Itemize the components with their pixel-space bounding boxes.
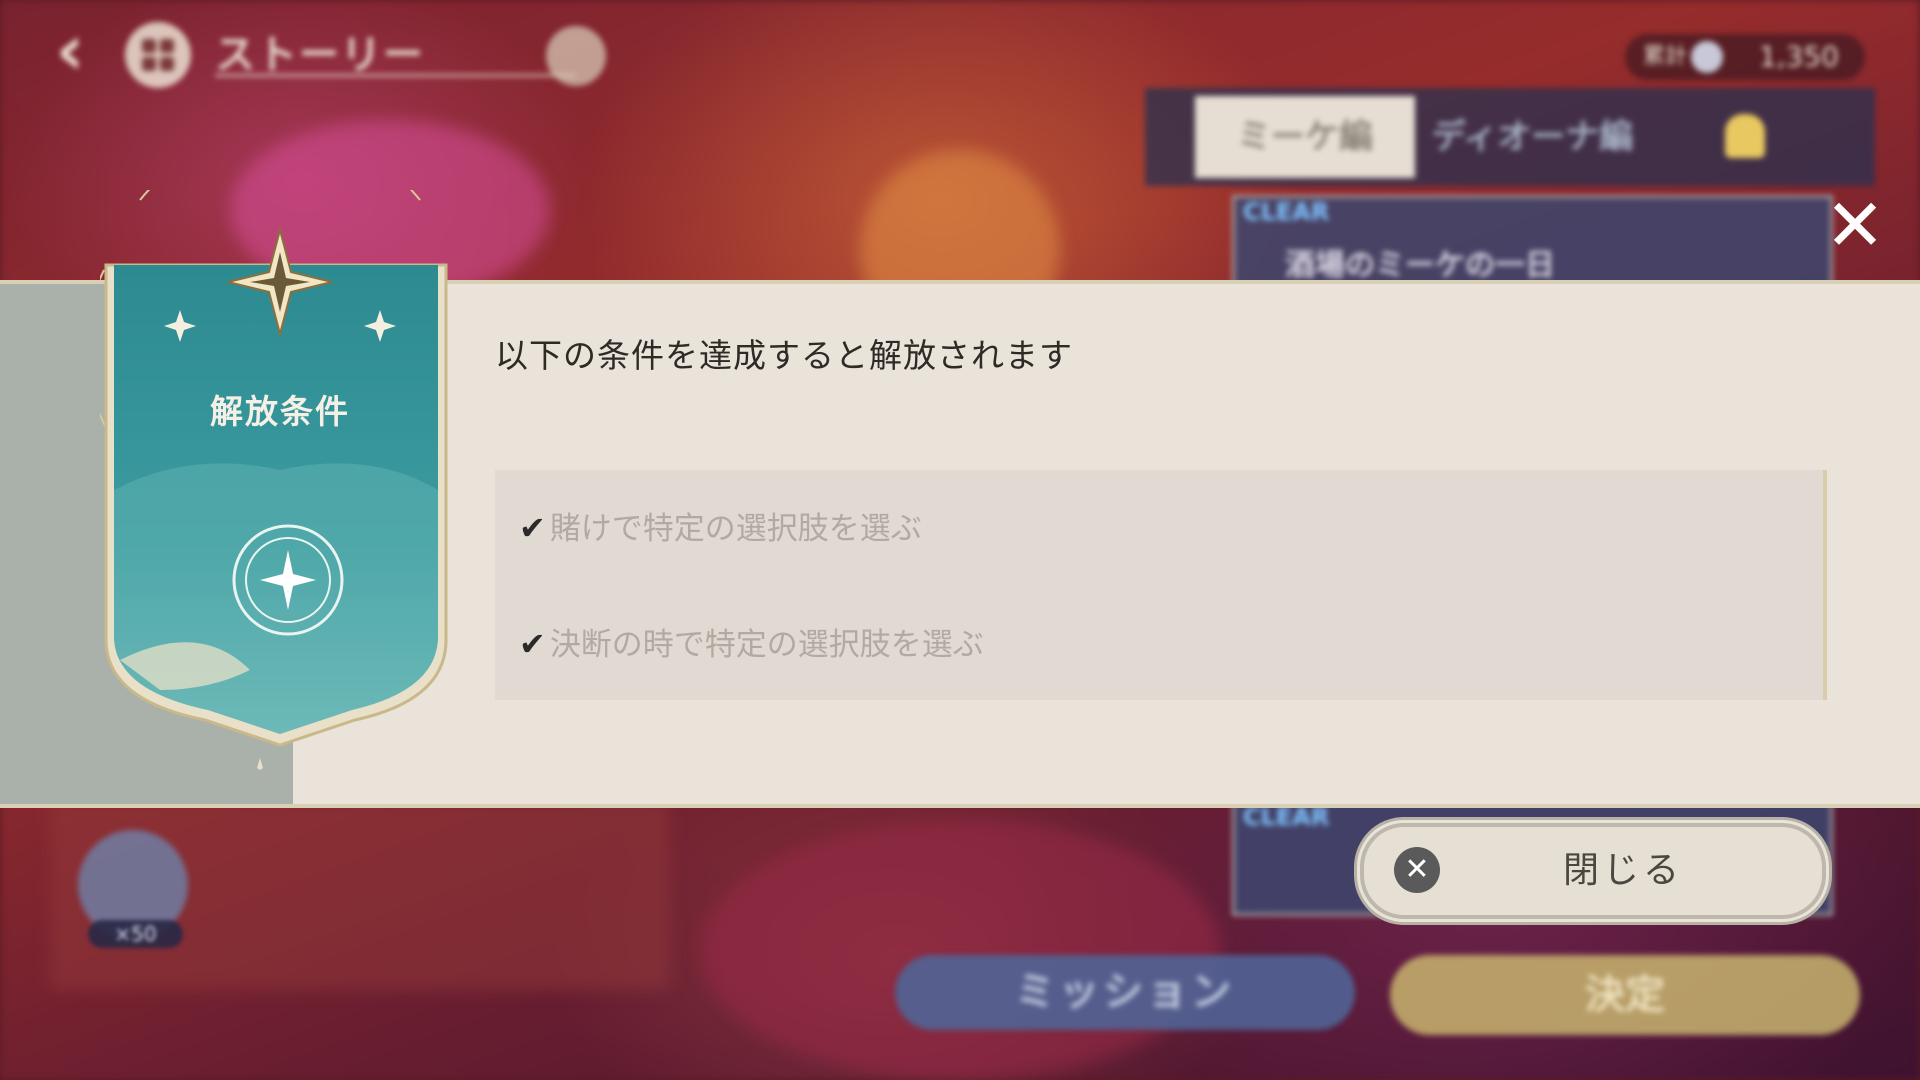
close-icon[interactable]: ✕ [1820, 189, 1890, 261]
currency-label: 累計 [1643, 44, 1688, 69]
story-tabs: ミーケ編 ディオーナ編 [1145, 88, 1875, 186]
check-icon: ✔ [519, 625, 546, 663]
mission-button[interactable]: ミッション [895, 955, 1355, 1030]
condition-item: ✔ 賭けで特定の選択肢を選ぶ [519, 508, 922, 548]
info-orb-icon[interactable] [546, 26, 606, 86]
tab-locked[interactable] [1665, 96, 1825, 178]
condition-text: 決断の時で特定の選択肢を選ぶ [549, 627, 984, 663]
emblem-title: 解放条件 [210, 392, 350, 431]
decide-button[interactable]: 決定 [1390, 955, 1860, 1035]
currency-coin-icon [1691, 41, 1723, 73]
clear-tag: CLEAR [1243, 198, 1330, 226]
lock-icon [1725, 114, 1765, 158]
title-underline [215, 74, 575, 77]
condition-text: 賭けで特定の選択肢を選ぶ [549, 511, 922, 547]
check-icon: ✔ [519, 509, 546, 547]
unlock-emblem [100, 190, 448, 770]
condition-item: ✔ 決断の時で特定の選択肢を選ぶ [519, 624, 984, 664]
currency-display: 累計 1,350 [1625, 34, 1865, 80]
mission-badge-count: ×50 [88, 920, 183, 948]
currency-value: 1,350 [1758, 40, 1839, 73]
close-button[interactable]: ✕ 閉じる [1360, 823, 1826, 919]
modal-heading: 以下の条件を達成すると解放されます [495, 336, 1073, 375]
menu-grid-icon[interactable] [125, 22, 191, 88]
conditions-list: ✔ 賭けで特定の選択肢を選ぶ ✔ 決断の時で特定の選択肢を選ぶ [495, 470, 1827, 700]
tab-mieke[interactable]: ミーケ編 [1195, 96, 1415, 178]
background-character-lower [700, 820, 1220, 1080]
back-arrow-icon[interactable]: ‹ [30, 10, 110, 90]
story-card-title: 酒場のミーケの一日 [1285, 248, 1555, 283]
tab-diona[interactable]: ディオーナ編 [1425, 96, 1640, 178]
page-title: ストーリー [215, 32, 425, 78]
close-circle-icon: ✕ [1394, 847, 1440, 893]
close-button-label: 閉じる [1562, 850, 1683, 891]
